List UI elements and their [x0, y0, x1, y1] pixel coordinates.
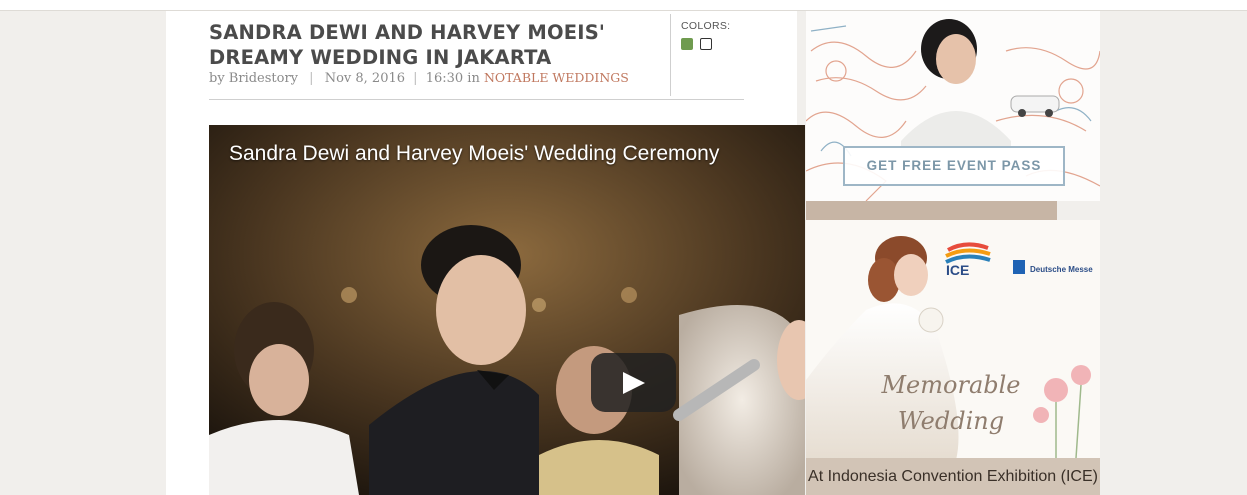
author-link[interactable]: by Bridestory [209, 71, 298, 86]
header-rule [209, 99, 744, 100]
color-swatch-white[interactable] [700, 38, 712, 50]
article-title: SANDRA DEWI AND HARVEY MOEIS' DREAMY WED… [209, 20, 664, 70]
publish-time: 16:30 in [425, 71, 480, 86]
color-swatch-green[interactable] [681, 38, 693, 50]
event-pass-ad[interactable]: GET FREE EVENT PASS [806, 11, 1100, 201]
article-byline: by Bridestory | Nov 8, 2016 | 16:30 in N… [209, 70, 629, 86]
article-title-line-1: SANDRA DEWI AND HARVEY MOEIS' [209, 21, 606, 44]
colors-label: COLORS: [681, 20, 731, 32]
category-link[interactable]: NOTABLE WEDDINGS [484, 70, 629, 85]
article-title-line-2: DREAMY WEDDING IN JAKARTA [209, 46, 552, 69]
get-free-event-pass-button[interactable]: GET FREE EVENT PASS [843, 146, 1065, 186]
video-player[interactable]: Sandra Dewi and Harvey Moeis' Wedding Ce… [209, 125, 805, 495]
play-icon [623, 372, 645, 394]
publish-date: Nov 8, 2016 [324, 71, 406, 86]
video-title[interactable]: Sandra Dewi and Harvey Moeis' Wedding Ce… [229, 142, 719, 166]
title-divider [670, 14, 671, 96]
video-thumbnail [209, 125, 805, 495]
memorable-wedding-ad[interactable]: ICE Deutsche Messe Memorable Wedding At … [806, 220, 1100, 495]
top-bar [0, 0, 1247, 11]
ad-divider-strip [806, 201, 1057, 220]
venue-caption: At Indonesia Convention Exhibition (ICE) [806, 458, 1100, 495]
play-button[interactable] [591, 353, 676, 412]
memorable-line-2: Wedding [897, 407, 1005, 435]
deutsche-messe-logo: Deutsche Messe [1030, 265, 1093, 274]
byline-separator: | [309, 71, 314, 86]
ice-logo: ICE [946, 262, 970, 278]
memorable-wedding-text: Memorable Wedding [861, 367, 1041, 439]
byline-separator-2: | [413, 71, 418, 86]
memorable-line-1: Memorable [881, 371, 1021, 399]
